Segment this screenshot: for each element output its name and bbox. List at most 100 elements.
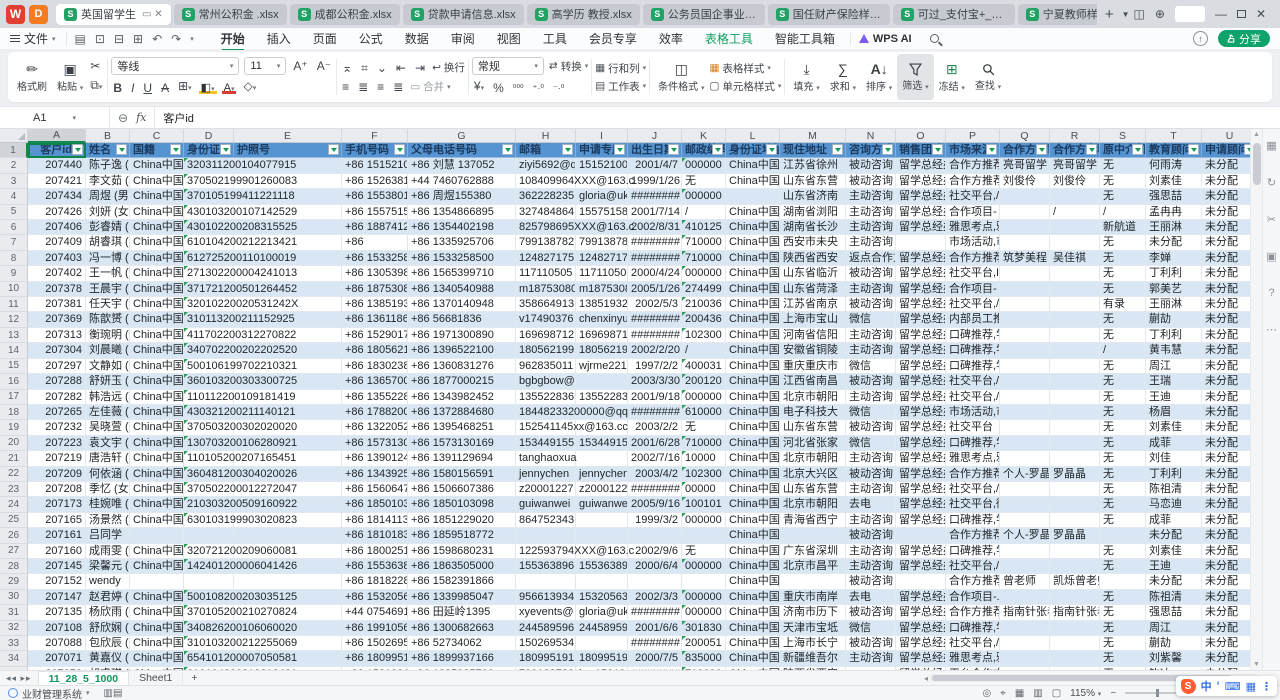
cell[interactable]: 2002/3/3: [628, 590, 682, 605]
font-size-select[interactable]: 11▾: [244, 57, 286, 75]
zoom-level[interactable]: 115% ▾: [1070, 688, 1101, 699]
header-cell[interactable]: 教育顾问: [1146, 143, 1202, 158]
cell[interactable]: China中国: [130, 158, 184, 173]
cell[interactable]: [1000, 189, 1050, 204]
cell[interactable]: China中国: [130, 405, 184, 420]
cell[interactable]: [1000, 266, 1050, 281]
cell[interactable]: 雅思考点,雅: [946, 220, 1000, 235]
cell[interactable]: 411702200312270822: [184, 328, 234, 343]
cell[interactable]: 18448233200000@qq: [516, 405, 576, 420]
header-cell[interactable]: 合作方名称: [1050, 143, 1100, 158]
cell[interactable]: 000000: [682, 390, 726, 405]
cell[interactable]: China中国: [130, 235, 184, 250]
cell[interactable]: +86 刘慧 137052: [408, 158, 516, 173]
cell[interactable]: China中国: [726, 574, 780, 589]
document-tab[interactable]: S高学历 教授.xlsx: [527, 4, 640, 25]
cell[interactable]: 湖南省长沙: [780, 220, 846, 235]
cell[interactable]: 2002/8/31: [628, 220, 682, 235]
cell[interactable]: China中国: [130, 497, 184, 512]
cell[interactable]: 彭睿婧 (女): [86, 220, 130, 235]
cell[interactable]: 留学总经办: [896, 621, 946, 636]
cell[interactable]: 无: [1100, 513, 1146, 528]
document-tab[interactable]: S可过_支付宝+_滴滴: [893, 4, 1015, 25]
header-cell[interactable]: 合作方公司: [1000, 143, 1050, 158]
row-header[interactable]: 25: [0, 513, 28, 528]
cell[interactable]: [1000, 374, 1050, 389]
cell[interactable]: 610000: [682, 405, 726, 420]
cell[interactable]: 文静如 (女): [86, 359, 130, 374]
column-header[interactable]: F: [342, 129, 408, 143]
cell[interactable]: 袁文宇 (女): [86, 436, 130, 451]
menu-item[interactable]: 公式: [348, 28, 394, 49]
cell[interactable]: 207282: [28, 390, 86, 405]
cell[interactable]: 155751588: [576, 205, 628, 220]
cell[interactable]: [576, 574, 628, 589]
cell[interactable]: +86 1859518772: [408, 528, 516, 543]
cell[interactable]: 陈祖清: [1146, 482, 1202, 497]
filter-dropdown-button[interactable]: [116, 144, 127, 155]
cell[interactable]: [1000, 405, 1050, 420]
cell[interactable]: 2001/9/18: [628, 390, 682, 405]
minimize-button[interactable]: —: [1215, 7, 1227, 21]
save-icon[interactable]: ▤: [75, 32, 86, 46]
cell[interactable]: 被动咨询: [846, 467, 896, 482]
cell[interactable]: 2001/4/7: [628, 158, 682, 173]
cell[interactable]: [1000, 590, 1050, 605]
cell[interactable]: /: [1050, 205, 1100, 220]
cell[interactable]: 未分配: [1202, 497, 1250, 512]
cell[interactable]: +86 155751588: [342, 205, 408, 220]
merge-cells-button[interactable]: ▭合并▾: [410, 79, 450, 94]
cell[interactable]: 口碑推荐,学: [946, 359, 1000, 374]
cell[interactable]: 360481200304020026: [184, 467, 234, 482]
sheet-nav-arrows[interactable]: ◂◂ ▸▸: [0, 673, 38, 684]
cell[interactable]: [1050, 559, 1100, 574]
cell[interactable]: 留学总经办: [896, 266, 946, 281]
cell[interactable]: China中国: [726, 559, 780, 574]
increase-indent-icon[interactable]: ⇥: [413, 60, 427, 76]
cut-icon[interactable]: ✂: [88, 58, 104, 74]
cell[interactable]: 864752343: [516, 513, 576, 528]
cell[interactable]: 2002/5/3: [628, 297, 682, 312]
cell[interactable]: 274499: [682, 282, 726, 297]
cell[interactable]: 亮哥留学: [1000, 158, 1050, 173]
cell[interactable]: 王一帆 (男): [86, 266, 130, 281]
sidebar-panels-icon[interactable]: ▦: [1266, 139, 1276, 152]
cell[interactable]: 安徽省铜陵: [780, 343, 846, 358]
cell[interactable]: 710000: [682, 436, 726, 451]
cell[interactable]: 口碑推荐,学: [946, 436, 1000, 451]
row-header[interactable]: 21: [0, 451, 28, 466]
cell[interactable]: 曾老师: [1000, 574, 1050, 589]
cell[interactable]: 成菲: [1146, 436, 1202, 451]
print-icon[interactable]: ⊟: [114, 32, 124, 46]
cell[interactable]: 黄嘉仪 (女): [86, 651, 130, 666]
cell[interactable]: China中国: [726, 605, 780, 620]
fill-button[interactable]: ⤓ 填充 ▾: [788, 54, 824, 100]
cell[interactable]: 合作方推荐: [946, 467, 1000, 482]
cell[interactable]: 舒妍玉 (女): [86, 374, 130, 389]
column-header[interactable]: D: [184, 129, 234, 143]
cell[interactable]: 无: [1100, 590, 1146, 605]
sort-button[interactable]: A↓ 排序 ▾: [861, 54, 897, 100]
document-tab[interactable]: S国任财产保险样本.x: [768, 4, 890, 25]
cell[interactable]: China中国: [726, 220, 780, 235]
ime-keyboard-icon[interactable]: ⌨: [1225, 680, 1241, 693]
cell[interactable]: 主动咨询: [846, 282, 896, 297]
cell[interactable]: 陈子逸 (男): [86, 158, 130, 173]
cell[interactable]: 衡琬明 (女): [86, 328, 130, 343]
cell[interactable]: 180995191: [516, 651, 576, 666]
row-header[interactable]: 10: [0, 282, 28, 297]
wps-ai-button[interactable]: WPS AI: [850, 33, 920, 45]
header-cell[interactable]: 咨询方式: [846, 143, 896, 158]
cell[interactable]: 未分配: [1202, 544, 1250, 559]
cell[interactable]: 000000: [682, 189, 726, 204]
cell[interactable]: 32010220020531242X: [184, 297, 234, 312]
cell[interactable]: [1000, 559, 1050, 574]
cell[interactable]: [1000, 312, 1050, 327]
cell[interactable]: 主动咨询: [846, 513, 896, 528]
account-avatar[interactable]: [1175, 6, 1205, 22]
cell[interactable]: 180562199: [516, 343, 576, 358]
cell[interactable]: 207378: [28, 282, 86, 297]
cell[interactable]: [1100, 574, 1146, 589]
cell[interactable]: China中国: [130, 343, 184, 358]
cell[interactable]: China中国: [726, 359, 780, 374]
